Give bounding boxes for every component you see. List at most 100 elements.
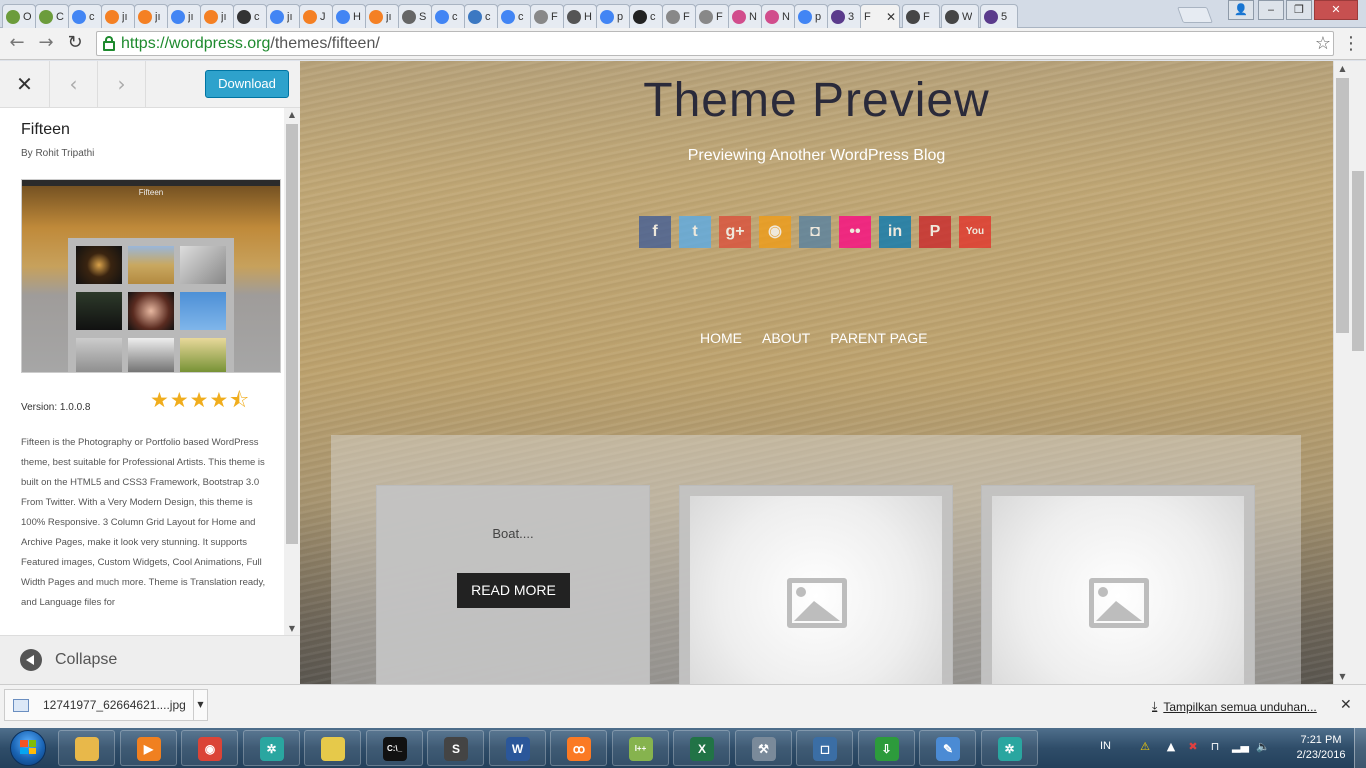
taskbar-app-chrome[interactable]: ◉	[181, 730, 238, 766]
page-scrollbar[interactable]	[1350, 61, 1366, 684]
volume-icon[interactable]: 🔈	[1256, 740, 1270, 754]
site-title[interactable]: Theme Preview	[300, 73, 1333, 128]
reload-button[interactable]: ↻	[64, 32, 86, 54]
new-tab-button[interactable]	[1177, 7, 1213, 23]
browser-tab[interactable]: c	[629, 4, 663, 28]
browser-tab[interactable]: c	[464, 4, 498, 28]
twitter-icon[interactable]: t	[679, 216, 711, 248]
start-button[interactable]	[4, 728, 52, 768]
active-browser-tab[interactable]: F ✕	[860, 4, 900, 28]
taskbar-app-app-green[interactable]: ✲	[242, 730, 300, 766]
browser-tab[interactable]: jı	[266, 4, 300, 28]
rss-icon[interactable]: ◉	[759, 216, 791, 248]
collapse-sidebar-button[interactable]: Collapse	[0, 635, 300, 684]
browser-tab[interactable]: jı	[101, 4, 135, 28]
download-button[interactable]: Download	[205, 70, 289, 98]
taskbar-app-cmd[interactable]: C:\_	[365, 730, 423, 766]
browser-tab[interactable]: N	[761, 4, 795, 28]
taskbar-app-sublime[interactable]: S	[427, 730, 484, 766]
forward-button[interactable]: →	[35, 32, 57, 54]
usb-device-icon[interactable]: ⊓	[1208, 740, 1222, 754]
language-indicator[interactable]: IN	[1100, 740, 1111, 752]
close-shelf-icon[interactable]: ✕	[1340, 697, 1352, 713]
browser-tab[interactable]: F	[695, 4, 729, 28]
close-tab-icon[interactable]: ✕	[882, 10, 896, 24]
browser-tab[interactable]: c	[68, 4, 102, 28]
network-blocked-icon[interactable]: ✖	[1186, 740, 1200, 754]
browser-tab[interactable]: J	[299, 4, 333, 28]
browser-tab[interactable]: F	[662, 4, 696, 28]
read-more-button[interactable]: READ MORE	[457, 573, 570, 608]
show-all-downloads-link[interactable]: ⤓ Tampilkan semua unduhan...	[1152, 699, 1317, 714]
previous-theme-button[interactable]: ‹	[50, 61, 98, 107]
window-close-button[interactable]: ✕	[1314, 0, 1358, 20]
pinterest-icon[interactable]: P	[919, 216, 951, 248]
browser-tab[interactable]: F	[902, 4, 940, 28]
taskbar-app-notepadpp[interactable]: I++	[611, 730, 669, 766]
browser-tab[interactable]: jı	[200, 4, 234, 28]
browser-tab[interactable]: S	[398, 4, 432, 28]
preview-scroll-thumb[interactable]	[1336, 78, 1349, 333]
scroll-down-arrow-icon[interactable]: ▼	[284, 624, 300, 633]
browser-tab[interactable]: c	[431, 4, 465, 28]
google-plus-icon[interactable]: g+	[719, 216, 751, 248]
taskbar-app-explorer[interactable]	[58, 730, 115, 766]
user-icon[interactable]: 👤	[1228, 0, 1254, 20]
browser-tab[interactable]: F	[530, 4, 564, 28]
taskbar-app-xampp[interactable]: ꝏ	[550, 730, 607, 766]
taskbar-app-virtualbox[interactable]: ◻	[796, 730, 853, 766]
page-scroll-thumb[interactable]	[1352, 171, 1364, 351]
next-theme-button[interactable]: ›	[98, 61, 146, 107]
nav-link-about[interactable]: ABOUT	[762, 330, 810, 346]
browser-tab[interactable]: jı	[134, 4, 168, 28]
scroll-up-arrow-icon[interactable]: ▲	[1334, 64, 1351, 73]
browser-tab[interactable]: W	[941, 4, 979, 28]
bookmark-star-icon[interactable]: ☆	[1315, 33, 1331, 54]
taskbar-app-paint[interactable]: ✎	[919, 730, 976, 766]
scroll-up-arrow-icon[interactable]: ▲	[284, 110, 300, 119]
browser-tab[interactable]: H	[332, 4, 366, 28]
taskbar-app-download-manager[interactable]: ⇩	[857, 730, 915, 766]
browser-tab[interactable]: O	[2, 4, 36, 28]
browser-tab[interactable]: p	[596, 4, 630, 28]
post-card[interactable]	[679, 485, 953, 684]
nav-link-home[interactable]: HOME	[700, 330, 742, 346]
tray-expand-icon[interactable]: ▲	[1164, 740, 1178, 754]
taskbar-app-sticky-notes[interactable]	[304, 730, 361, 766]
linkedin-icon[interactable]: in	[879, 216, 911, 248]
clock[interactable]: 7:21 PM 2/23/2016	[1290, 733, 1352, 763]
browser-tab[interactable]: C	[35, 4, 69, 28]
facebook-icon[interactable]: f	[639, 216, 671, 248]
show-desktop-button[interactable]	[1354, 728, 1366, 768]
action-center-warning-icon[interactable]: ⚠	[1138, 740, 1152, 754]
nav-link-parent-page[interactable]: PARENT PAGE	[830, 330, 927, 346]
taskbar-app-word[interactable]: W	[488, 730, 546, 766]
chrome-menu-icon[interactable]: ⋮	[1342, 33, 1360, 54]
download-menu-chevron-icon[interactable]: ▼	[193, 690, 207, 720]
sidebar-scroll-thumb[interactable]	[286, 124, 298, 544]
taskbar-app-media-player[interactable]: ▶	[119, 730, 177, 766]
signal-strength-icon[interactable]: ▂▄	[1232, 740, 1249, 754]
sidebar-scrollbar[interactable]: ▲ ▼	[284, 108, 300, 635]
instagram-icon[interactable]: ◘	[799, 216, 831, 248]
flickr-icon[interactable]: ••	[839, 216, 871, 248]
browser-tab[interactable]: c	[497, 4, 531, 28]
browser-tab[interactable]: jı	[365, 4, 399, 28]
taskbar-app-network-tool[interactable]: ⚒	[734, 730, 792, 766]
address-bar[interactable]: https://wordpress.org/themes/fifteen/	[96, 31, 1334, 56]
taskbar-app-app-green-2[interactable]: ✲	[980, 730, 1038, 766]
browser-tab[interactable]: H	[563, 4, 597, 28]
taskbar-app-excel[interactable]: X	[673, 730, 730, 766]
maximize-button[interactable]: ❐	[1286, 0, 1312, 20]
browser-tab[interactable]: jı	[167, 4, 201, 28]
browser-tab[interactable]: N	[728, 4, 762, 28]
browser-tab[interactable]: c	[233, 4, 267, 28]
browser-tab[interactable]: 5	[980, 4, 1018, 28]
scroll-down-arrow-icon[interactable]: ▼	[1334, 672, 1351, 681]
minimize-button[interactable]: ‒	[1258, 0, 1284, 20]
preview-scrollbar[interactable]: ▲ ▼	[1333, 61, 1350, 684]
post-card[interactable]	[981, 485, 1255, 684]
browser-tab[interactable]: 3	[827, 4, 861, 28]
back-button[interactable]: ←	[6, 32, 28, 54]
youtube-icon[interactable]: You	[959, 216, 991, 248]
